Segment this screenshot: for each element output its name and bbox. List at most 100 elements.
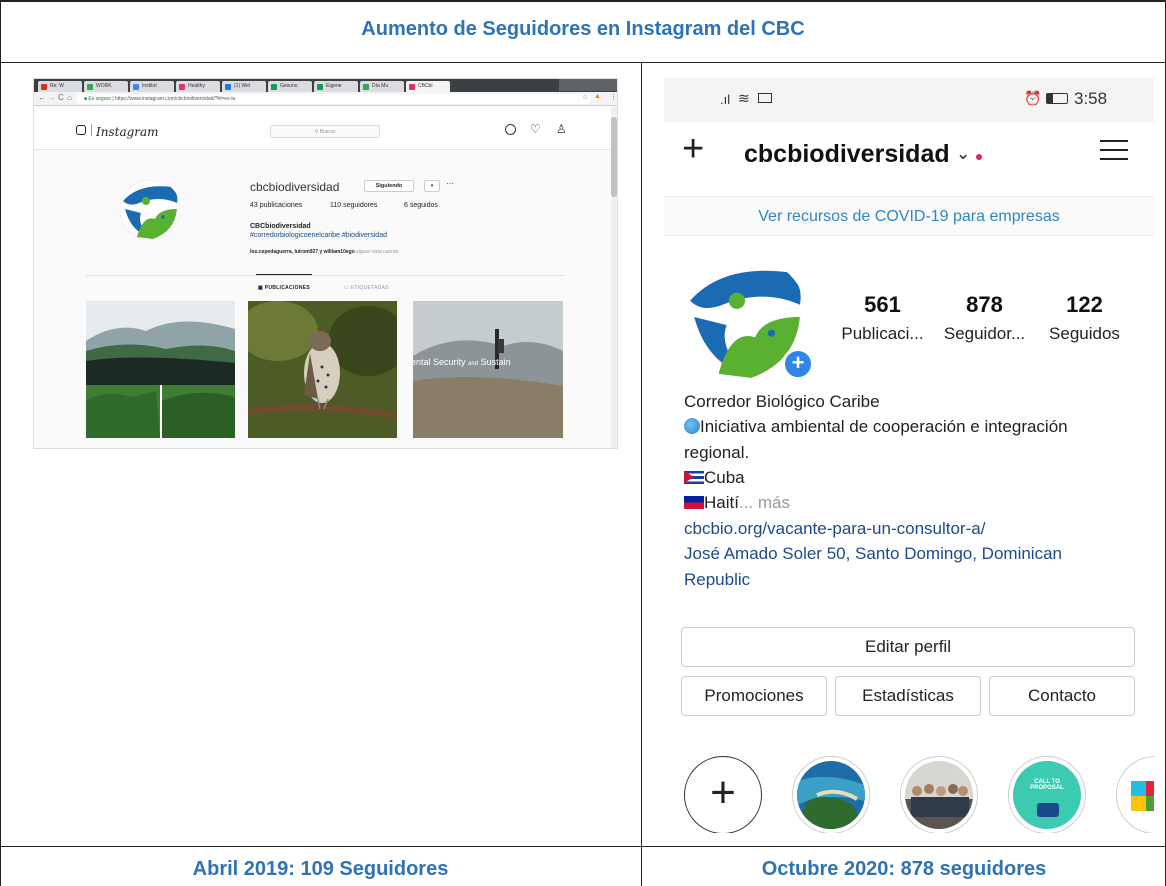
browser-tab[interactable]: Institut — [130, 81, 174, 92]
beach-image — [797, 761, 865, 829]
story-highlight-call-to-proposal[interactable]: CALL TO PROPOSAL — [1008, 756, 1086, 833]
notification-dot — [976, 154, 982, 160]
reload-icon[interactable]: C — [58, 93, 64, 102]
account-switch-chevron-icon[interactable]: ⌄ — [956, 144, 970, 164]
tab-favicon-icon — [41, 84, 47, 90]
browser-tab[interactable]: Día Mu — [360, 81, 404, 92]
browser-address-bar: ← → C ⌂ ■ Es seguro | https://www.instag… — [34, 92, 617, 106]
tab-publicaciones[interactable]: ▦ PUBLICACIONES — [258, 285, 310, 291]
profile-hashtags[interactable]: #corredorbiologicoenelcaribe #biodiversi… — [250, 232, 387, 239]
following-count[interactable]: 6 seguidos — [404, 202, 438, 209]
bio-line-1: Iniciativa ambiental de cooperación e in… — [684, 417, 1068, 437]
tab-etiquetadas[interactable]: ▭ ETIQUETADAS — [344, 285, 389, 291]
desktop-screenshot: Re: W WORK Institut Healthy (1) Wel Gesuno Eig… — [33, 78, 618, 449]
back-icon[interactable]: ← — [38, 93, 46, 102]
address-line-2[interactable]: Republic — [684, 570, 750, 590]
table-caption-divider — [0, 846, 1166, 847]
story-highlight-partial[interactable] — [1116, 756, 1154, 833]
stat-posts[interactable]: 561 Publicaci... — [830, 292, 935, 344]
screen-icon — [758, 93, 772, 103]
search-input[interactable]: ⚲ Buscar — [270, 125, 380, 138]
star-icon[interactable]: ☆ — [582, 93, 588, 101]
story-highlight-beach[interactable] — [792, 756, 870, 833]
alarm-icon: ⏰ — [1024, 90, 1042, 106]
story-highlight-group-photo[interactable] — [900, 756, 978, 833]
website-link[interactable]: cbcbio.org/vacante-para-un-consultor-a/ — [684, 519, 985, 539]
browser-tab[interactable]: Gesuno — [268, 81, 312, 92]
menu-icon[interactable]: ⋮ — [610, 93, 617, 101]
instagram-logo[interactable]: Instagram — [96, 125, 159, 139]
wifi-icon: ≋ — [738, 90, 750, 106]
followers-count[interactable]: 110 seguidores — [330, 202, 377, 209]
more-options-icon[interactable]: ··· — [446, 179, 454, 188]
profile-name: Corredor Biológico Caribe — [684, 392, 880, 411]
new-post-icon[interactable]: + — [682, 130, 704, 168]
cuba-flag-icon — [684, 471, 704, 484]
more-link[interactable]: ... más — [739, 493, 790, 512]
add-story-badge-icon[interactable]: + — [782, 348, 814, 380]
covid-resources-link[interactable]: Ver recursos de COVID-19 para empresas — [664, 196, 1154, 236]
caption-right: Octubre 2020: 878 seguidores — [761, 858, 1047, 880]
url-text: https://www.instagram.com/cbcbiodiversid… — [115, 96, 236, 102]
overlay-text-b: and — [468, 361, 479, 367]
browser-tab[interactable]: (1) Wel — [222, 81, 266, 92]
tab-publicaciones-label: PUBLICACIONES — [264, 285, 311, 291]
posts-count: 43 publicaciones — [250, 202, 303, 209]
stat-following-label: Seguidos — [1049, 324, 1120, 343]
profile-avatar[interactable] — [119, 179, 181, 241]
url-field[interactable]: ■ Es seguro | https://www.instagram.com/… — [76, 94, 591, 104]
scrollbar[interactable] — [611, 107, 617, 448]
window-controls[interactable] — [559, 79, 617, 91]
tab-favicon-icon — [225, 84, 231, 90]
bio-haiti-text: Haití — [704, 493, 739, 512]
browser-tab[interactable]: Re: W — [38, 81, 82, 92]
profile-username[interactable]: cbcbiodiversidad — [744, 140, 950, 169]
tab-etiquetadas-label: ETIQUETADAS — [350, 285, 389, 291]
browser-tab-label: Institut — [142, 83, 157, 89]
document-figure: Aumento de Seguidores en Instagram del C… — [0, 0, 1166, 886]
profile-icon[interactable]: ♙ — [556, 122, 567, 136]
new-story-button[interactable]: + — [684, 756, 762, 833]
followed-by: lou.cepedaguerra, luirom927 y william10e… — [250, 249, 398, 255]
instagram-camera-icon[interactable] — [76, 125, 86, 135]
browser-tab[interactable]: Healthy — [176, 81, 220, 92]
explore-icon[interactable] — [505, 124, 516, 135]
post-thumbnail-security[interactable]: ental Security and Sustain — [413, 301, 563, 438]
figure-title: Aumento de Seguidores en Instagram del C… — [361, 18, 805, 40]
overlay-text-a: ental Security — [413, 357, 466, 367]
forward-icon[interactable]: → — [48, 93, 56, 102]
address-line-1[interactable]: José Amado Soler 50, Santo Domingo, Domi… — [684, 544, 1062, 564]
signal-icon: .ıl — [720, 92, 731, 107]
heart-icon[interactable]: ♡ — [530, 122, 541, 136]
stat-following[interactable]: 122 Seguidos — [1032, 292, 1137, 344]
edit-profile-button[interactable]: Editar perfil — [681, 627, 1135, 667]
post-thumbnail-bird[interactable] — [248, 301, 397, 438]
tab-favicon-icon — [271, 84, 277, 90]
browser-tab[interactable]: CBCbi — [406, 81, 450, 92]
scrollbar-thumb[interactable] — [611, 117, 617, 197]
bird-image — [248, 301, 397, 438]
bio-cuba: Cuba — [684, 468, 745, 488]
insights-button[interactable]: Estadísticas — [835, 676, 981, 716]
followed-by-suffix: siguen esta cuenta — [356, 249, 399, 255]
tab-favicon-icon — [363, 84, 369, 90]
post-thumbnail-mountains[interactable] — [86, 301, 235, 438]
sdg-grid-icon — [1131, 781, 1154, 811]
browser-tab-label: Día Mu — [372, 83, 389, 89]
browser-tab-label: Re: W — [50, 83, 64, 89]
followed-by-names[interactable]: lou.cepedaguerra, luirom927 y william10e… — [250, 249, 355, 255]
browser-tab[interactable]: Eigene — [314, 81, 358, 92]
stat-followers[interactable]: 878 Seguidor... — [932, 292, 1037, 344]
following-button[interactable]: Siguiendo — [364, 180, 414, 192]
contact-button[interactable]: Contacto — [989, 676, 1135, 716]
bio-cuba-text: Cuba — [704, 468, 745, 487]
browser-tab[interactable]: WORK — [84, 81, 128, 92]
hamburger-menu-icon[interactable] — [1100, 138, 1128, 162]
browser-tab-label: WORK — [96, 83, 112, 89]
dropdown-button[interactable]: ▾ — [424, 180, 440, 192]
extension-icon[interactable]: ▲ — [594, 93, 601, 100]
bio-line-1-text: Iniciativa ambiental de cooperación e in… — [700, 417, 1068, 436]
home-icon[interactable]: ⌂ — [67, 93, 72, 102]
browser-tab-label: Gesuno — [280, 83, 298, 89]
promotions-button[interactable]: Promociones — [681, 676, 827, 716]
